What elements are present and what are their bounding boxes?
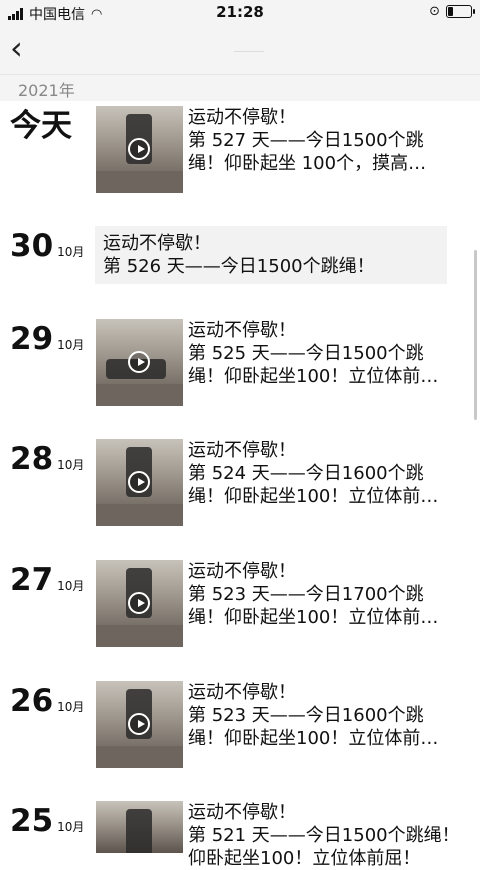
entry-text-line: 绳！仰卧起坐100！立位体前… (188, 366, 439, 387)
entry-text-line: 仰卧起坐100！立位体前屈！ (188, 848, 421, 869)
entry-month: 10月 (57, 700, 85, 714)
thumbnail-floor (96, 625, 183, 647)
navigation-bar: ‹ (0, 24, 480, 74)
video-thumbnail[interactable] (96, 560, 183, 647)
entry-text[interactable]: 运动不停歇！ 第 523 天——今日1700个跳 绳！仰卧起坐100！立位体前… (188, 560, 458, 629)
entry-text[interactable]: 运动不停歇！ 第 524 天——今日1600个跳 绳！仰卧起坐100！立位体前… (188, 439, 458, 508)
entry-date: 28 10月 (10, 439, 84, 479)
entry-text-line: 运动不停歇！ (188, 320, 296, 341)
nav-divider (234, 51, 264, 52)
entry-date: 27 10月 (10, 560, 84, 600)
entry-text-line: 绳！仰卧起坐100！立位体前… (188, 607, 439, 628)
play-icon (128, 471, 150, 493)
video-thumbnail[interactable] (96, 106, 183, 193)
scrollbar[interactable] (474, 250, 477, 420)
back-chevron-icon[interactable]: ‹ (10, 30, 23, 66)
entry-date: 今天 (10, 106, 72, 146)
orientation-lock-icon: ⊙ (429, 4, 440, 19)
entry-date: 26 10月 (10, 681, 84, 721)
thumbnail-floor (96, 504, 183, 526)
entry-day: 30 (10, 228, 54, 264)
entry-text-line: 第 524 天——今日1600个跳 (188, 463, 424, 484)
entry-text-line: 运动不停歇！ (188, 561, 296, 582)
play-icon (128, 592, 150, 614)
entry-text[interactable]: 运动不停歇！ 第 521 天——今日1500个跳绳！ 仰卧起坐100！立位体前屈… (188, 801, 458, 870)
entry-month: 10月 (57, 820, 85, 834)
status-bar: 中国电信 ◠ 21:28 ⊙ (0, 0, 480, 24)
entry-text: 运动不停歇！ 第 526 天——今日1500个跳绳！ (103, 232, 375, 278)
entry-text-line: 第 525 天——今日1500个跳 (188, 343, 424, 364)
entry-day: 今天 (10, 108, 72, 144)
entry-day: 27 (10, 562, 54, 598)
entry-month: 10月 (57, 245, 85, 259)
entry-date: 30 10月 (10, 226, 84, 266)
video-thumbnail[interactable] (96, 439, 183, 526)
thumbnail-floor (96, 171, 183, 193)
status-right: ⊙ (429, 4, 475, 19)
entry-day: 29 (10, 321, 54, 357)
year-header: 2021年 (0, 74, 480, 101)
video-thumbnail[interactable] (96, 801, 183, 853)
play-icon (128, 351, 150, 373)
entry-text-line: 运动不停歇！ (188, 107, 296, 128)
year-label: 2021年 (18, 81, 75, 100)
entry-text-line: 第 523 天——今日1700个跳 (188, 584, 424, 605)
entry-text-line: 第 526 天——今日1500个跳绳！ (103, 256, 375, 277)
video-thumbnail[interactable] (96, 681, 183, 768)
entry-text[interactable]: 运动不停歇！ 第 523 天——今日1600个跳 绳！仰卧起坐100！立位体前… (188, 681, 458, 750)
status-time: 21:28 (216, 3, 264, 21)
thumbnail-floor (96, 746, 183, 768)
video-thumbnail[interactable] (96, 319, 183, 406)
text-only-post[interactable]: 运动不停歇！ 第 526 天——今日1500个跳绳！ (95, 226, 447, 284)
entry-month: 10月 (57, 338, 85, 352)
entry-day: 25 (10, 803, 54, 839)
entry-text-line: 运动不停歇！ (103, 233, 211, 254)
entry-date: 25 10月 (10, 801, 84, 841)
entry-text-line: 绳！仰卧起坐100！立位体前… (188, 486, 439, 507)
entry-day: 28 (10, 441, 54, 477)
play-icon (128, 138, 150, 160)
entry-day: 26 (10, 683, 54, 719)
entry-text-line: 第 521 天——今日1500个跳绳！ (188, 825, 458, 846)
entry-text-line: 运动不停歇！ (188, 802, 296, 823)
entry-text-line: 第 527 天——今日1500个跳 (188, 130, 424, 151)
battery-icon (446, 5, 475, 18)
entry-text[interactable]: 运动不停歇！ 第 527 天——今日1500个跳 绳！仰卧起坐 100个，摸高… (188, 106, 458, 175)
entry-month: 10月 (57, 458, 85, 472)
thumbnail-floor (96, 384, 183, 406)
thumbnail-figure (126, 809, 152, 853)
entry-text-line: 第 523 天——今日1600个跳 (188, 705, 424, 726)
play-icon (128, 713, 150, 735)
entry-text-line: 绳！仰卧起坐 100个，摸高… (188, 153, 427, 174)
entry-text[interactable]: 运动不停歇！ 第 525 天——今日1500个跳 绳！仰卧起坐100！立位体前… (188, 319, 458, 388)
entry-text-line: 绳！仰卧起坐100！立位体前… (188, 728, 439, 749)
entry-text-line: 运动不停歇！ (188, 440, 296, 461)
entry-month: 10月 (57, 579, 85, 593)
entry-date: 29 10月 (10, 319, 84, 359)
entry-text-line: 运动不停歇！ (188, 682, 296, 703)
